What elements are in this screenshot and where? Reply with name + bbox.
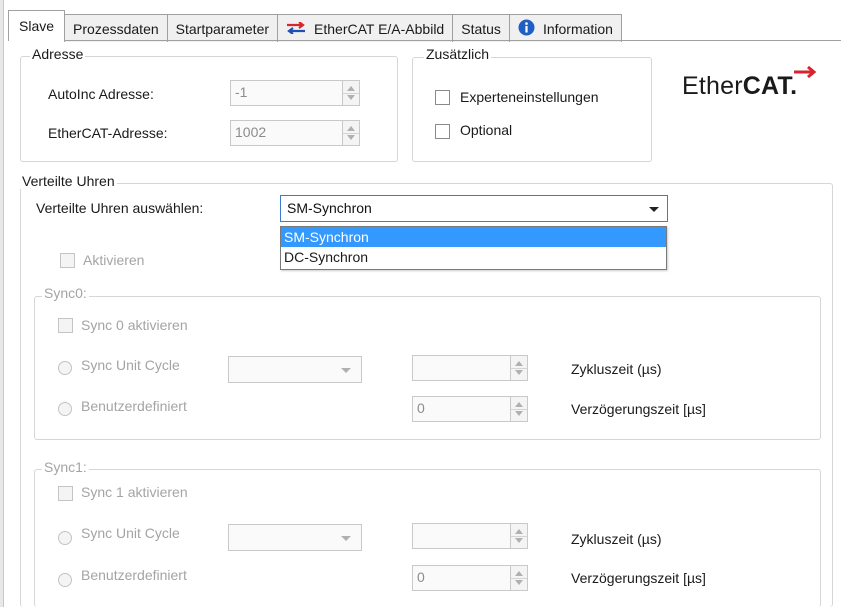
adresse-group: [20, 56, 398, 162]
autoinc-address-field[interactable]: -1: [230, 80, 344, 106]
tab-label: Status: [461, 20, 501, 37]
sync1-custom-label: Benutzerdefiniert: [81, 567, 187, 583]
sync1-custom-radio[interactable]: [58, 573, 72, 587]
tab-divider: [8, 40, 841, 41]
sync0-custom-radio[interactable]: [58, 402, 72, 416]
tab-startparameter[interactable]: Startparameter: [166, 14, 279, 42]
ethercat-logo: EtherCAT.: [682, 65, 816, 101]
zusaetzlich-group-title: Zusätzlich: [424, 46, 492, 62]
tab-label: EtherCAT E/A-Abbild: [314, 20, 445, 37]
autoinc-spin-button[interactable]: [342, 80, 360, 106]
sync0-unit-cycle-select[interactable]: [228, 356, 362, 383]
exchange-arrows-icon: [286, 20, 306, 37]
sync0-delay-spin-button[interactable]: [510, 396, 528, 422]
experteneinstellungen-checkbox[interactable]: [435, 90, 450, 105]
sync1-unit-cycle-radio[interactable]: [58, 531, 72, 545]
aktivieren-checkbox[interactable]: [60, 253, 75, 268]
tab-label: Slave: [19, 18, 55, 34]
chevron-down-icon[interactable]: [341, 536, 351, 541]
sync0-group-title: Sync0:: [42, 285, 89, 301]
ethercat-address-spin-button[interactable]: [342, 120, 360, 146]
tab-status[interactable]: Status: [452, 14, 510, 42]
tab-slave[interactable]: Slave: [8, 10, 66, 41]
tab-information[interactable]: Information: [508, 14, 622, 42]
tab-ethercat-ea-abbild[interactable]: EtherCAT E/A-Abbild: [277, 14, 454, 42]
autoinc-label: AutoInc Adresse:: [48, 86, 154, 102]
tab-label: Prozessdaten: [73, 20, 159, 37]
verteilte-uhren-select-label: Verteilte Uhren auswählen:: [36, 200, 204, 216]
left-window-edge: [0, 0, 4, 607]
verteilte-uhren-dropdown-list: SM-Synchron DC-Synchron: [280, 226, 667, 270]
tab-label: Information: [542, 20, 613, 37]
sync0-cycle-time-field[interactable]: [412, 355, 512, 381]
sync1-unit-cycle-select[interactable]: [228, 524, 362, 551]
sync1-cycle-time-field[interactable]: [412, 523, 512, 549]
sync0-enable-label: Sync 0 aktivieren: [81, 317, 188, 333]
sync0-delay-label: Verzögerungszeit [µs]: [571, 401, 706, 417]
sync1-group-title: Sync1:: [42, 459, 89, 475]
dropdown-option-dc-synchron[interactable]: DC-Synchron: [281, 247, 666, 267]
sync1-delay-label: Verzögerungszeit [µs]: [571, 570, 706, 586]
optional-checkbox[interactable]: [435, 124, 450, 139]
sync1-enable-checkbox[interactable]: [58, 486, 73, 501]
optional-label: Optional: [460, 122, 513, 138]
adresse-group-title: Adresse: [30, 46, 86, 62]
sync0-cycle-time-label: Zykluszeit (µs): [571, 361, 662, 377]
sync0-enable-checkbox[interactable]: [58, 318, 73, 333]
chevron-down-icon[interactable]: [341, 368, 351, 373]
info-icon: [518, 19, 535, 39]
aktivieren-label: Aktivieren: [83, 252, 145, 268]
experteneinstellungen-label: Experteneinstellungen: [460, 89, 599, 105]
sync1-cycle-time-spin-button[interactable]: [510, 523, 528, 549]
sync0-cycle-time-spin-button[interactable]: [510, 355, 528, 381]
dropdown-option-sm-synchron[interactable]: SM-Synchron: [281, 227, 666, 247]
ethercat-address-field[interactable]: 1002: [230, 120, 344, 146]
sync0-custom-label: Benutzerdefiniert: [81, 398, 187, 414]
sync0-delay-field[interactable]: 0: [412, 396, 512, 422]
tab-bar: Slave Prozessdaten Startparameter EtherC…: [8, 10, 622, 42]
sync0-unit-cycle-label: Sync Unit Cycle: [81, 357, 180, 373]
verteilte-uhren-select[interactable]: SM-Synchron: [280, 195, 668, 222]
chevron-down-icon[interactable]: [649, 207, 659, 212]
sync1-delay-spin-button[interactable]: [510, 565, 528, 591]
sync1-cycle-time-label: Zykluszeit (µs): [571, 531, 662, 547]
verteilte-uhren-group-title: Verteilte Uhren: [20, 173, 117, 189]
sync1-delay-field[interactable]: 0: [412, 565, 512, 591]
sync1-unit-cycle-label: Sync Unit Cycle: [81, 525, 180, 541]
zusaetzlich-group: [412, 57, 652, 162]
sync1-enable-label: Sync 1 aktivieren: [81, 484, 188, 500]
ethercat-address-label: EtherCAT-Adresse:: [48, 125, 168, 141]
tab-label: Startparameter: [175, 20, 270, 37]
sync0-unit-cycle-radio[interactable]: [58, 361, 72, 375]
verteilte-uhren-selected-value: SM-Synchron: [287, 200, 372, 216]
tab-prozessdaten[interactable]: Prozessdaten: [64, 14, 168, 42]
